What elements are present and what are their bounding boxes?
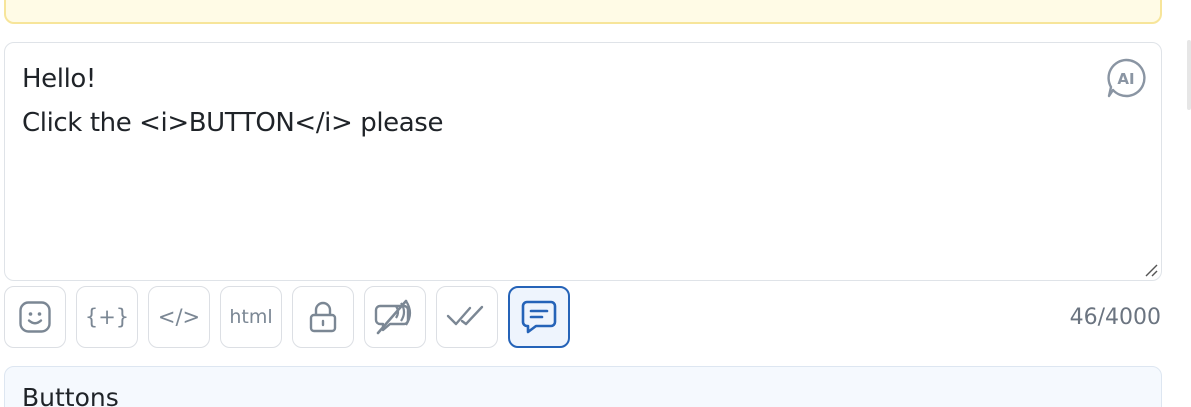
warning-banner — [4, 0, 1162, 24]
ai-icon: AI — [1107, 58, 1146, 98]
html-label: html — [229, 306, 273, 328]
emoji-icon — [19, 301, 51, 333]
message-editor[interactable]: Hello! Click the <i>BUTTON</i> please AI — [4, 42, 1162, 281]
mute-icon — [374, 299, 412, 335]
html-button[interactable]: html — [220, 286, 282, 348]
variable-label: {+} — [84, 305, 130, 329]
character-counter: 46/4000 — [1069, 305, 1161, 330]
code-button[interactable]: </> — [148, 286, 210, 348]
comment-button[interactable] — [508, 286, 570, 348]
resize-handle-icon[interactable] — [1144, 263, 1158, 277]
read-receipt-button[interactable] — [436, 286, 498, 348]
mute-button[interactable] — [364, 286, 426, 348]
insert-variable-button[interactable]: {+} — [76, 286, 138, 348]
code-label: </> — [157, 305, 201, 329]
double-check-icon — [446, 305, 484, 326]
emoji-button[interactable] — [4, 286, 66, 348]
lock-button[interactable] — [292, 286, 354, 348]
buttons-section: Buttons — [4, 366, 1162, 407]
message-composer: Hello! Click the <i>BUTTON</i> please AI… — [0, 0, 1191, 407]
buttons-section-title: Buttons — [22, 383, 119, 407]
scrollbar[interactable] — [1187, 40, 1191, 110]
ai-assistant-button[interactable]: AI — [1105, 57, 1147, 99]
comment-icon — [521, 300, 557, 334]
ai-label: AI — [1117, 70, 1134, 88]
message-text[interactable]: Hello! Click the <i>BUTTON</i> please — [22, 57, 443, 145]
lock-icon — [309, 301, 337, 333]
